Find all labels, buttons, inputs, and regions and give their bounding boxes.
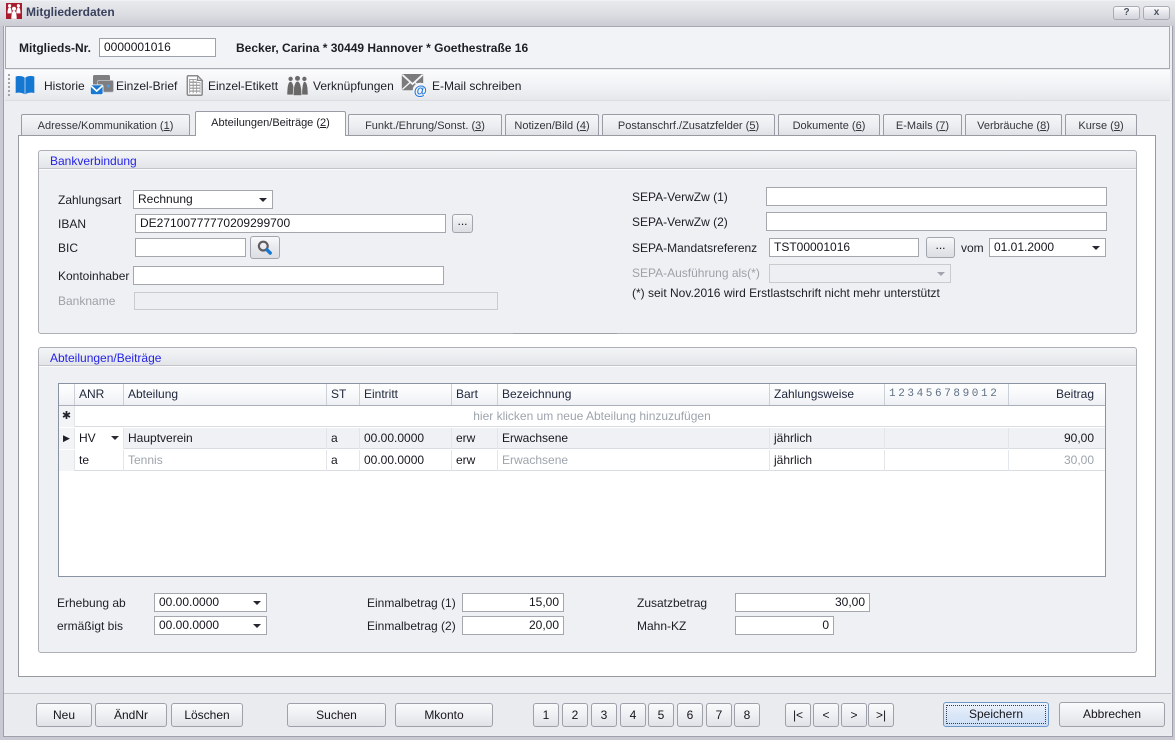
svg-text:@: @: [414, 83, 427, 98]
